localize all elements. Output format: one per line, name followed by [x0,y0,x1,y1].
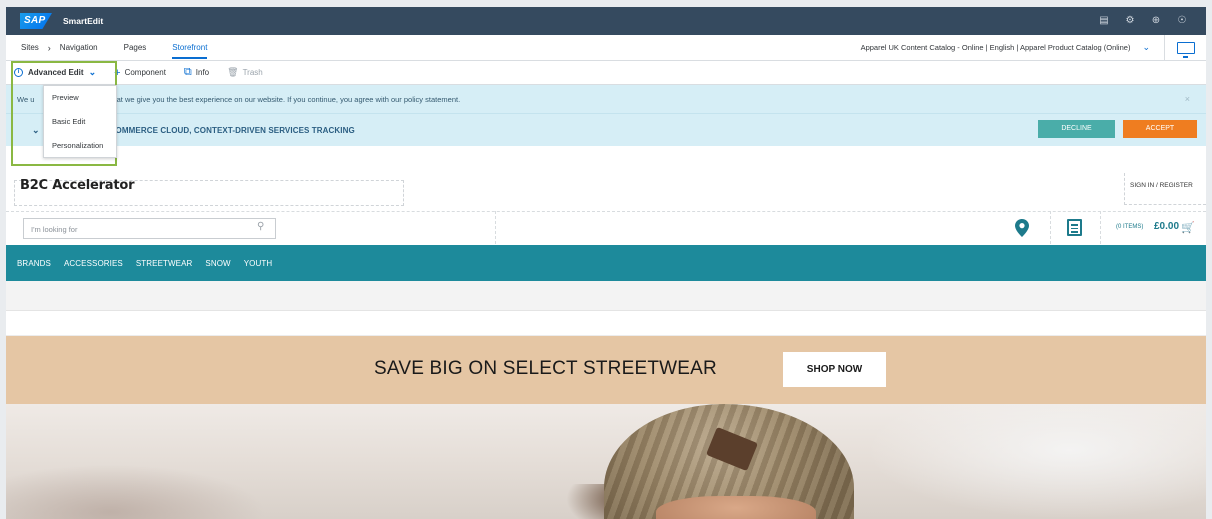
crumb-navigation[interactable]: Navigation [60,43,98,52]
promo-text: SAVE BIG ON SELECT STREETWEAR [374,358,717,379]
header-divider [6,211,1206,212]
search-input[interactable]: I'm looking for [23,218,276,239]
decline-button[interactable]: DECLINE [1038,120,1115,138]
cookie-message: that we give you the best experience on … [110,94,461,104]
site-logo[interactable]: B2C Accelerator [20,178,135,193]
accept-button[interactable]: ACCEPT [1123,120,1197,138]
category-snow[interactable]: SNOW [205,259,230,268]
divider [1050,211,1051,244]
app-name: SmartEdit [63,16,104,26]
hero-image[interactable] [6,404,1206,519]
storefront-frame: We u that we give you the best experienc… [6,85,1206,519]
location-pin-icon[interactable] [1015,219,1029,237]
close-icon[interactable]: × [1185,94,1190,104]
device-preview-button[interactable] [1164,34,1206,61]
mode-dropdown-menu: Preview Basic Edit Personalization [43,85,117,158]
content-slot-empty [6,281,1206,311]
category-navigation: BRANDS ACCESSORIES STREETWEAR SNOW YOUTH [6,245,1206,281]
tracking-consent-bar: ⌄ OMMERCE CLOUD, CONTEXT-DRIVEN SERVICES… [6,114,1206,146]
menu-item-preview[interactable]: Preview [44,86,116,110]
monitor-icon [1176,41,1195,58]
category-brands[interactable]: BRANDS [17,259,51,268]
shell-icons: ▤ ⚙ ⊕ ☉ [1098,15,1188,27]
category-youth[interactable]: YOUTH [244,259,273,268]
search-icon[interactable]: ⚲ [257,221,264,232]
menu-item-personalization[interactable]: Personalization [44,134,116,158]
sap-logo: SAP [20,13,52,29]
breadcrumb: Sites › Navigation Pages Storefront [21,36,208,59]
cookie-banner: We u that we give you the best experienc… [6,85,1206,114]
crumb-pages[interactable]: Pages [124,43,147,52]
plus-icon: + [114,66,121,79]
category-streetwear[interactable]: STREETWEAR [136,259,193,268]
content-slot-empty [6,311,1206,336]
trash-button[interactable]: 🗑 Trash [227,67,263,78]
chevron-down-icon: ⌄ [88,67,97,77]
chevron-down-icon: ⌄ [1142,42,1150,52]
divider [495,211,496,244]
edit-toolbar: i Advanced Edit ⌄ + Component ⧉ Info 🗑 T… [6,61,1206,85]
mode-label: Advanced Edit [28,68,84,77]
info-icon: i [14,68,23,77]
navigation-bar: Sites › Navigation Pages Storefront Appa… [6,34,1206,61]
crumb-storefront[interactable]: Storefront [172,43,208,59]
notes-icon[interactable]: ▤ [1098,15,1110,27]
settings-icon[interactable]: ⚙ [1124,15,1136,27]
divider [1100,211,1101,244]
user-icon[interactable]: ☉ [1176,15,1188,27]
page-info-icon: ⧉ [183,66,192,78]
menu-item-basic-edit[interactable]: Basic Edit [44,110,116,134]
globe-icon[interactable]: ⊕ [1150,15,1162,27]
shell-bar: SAP SmartEdit ▤ ⚙ ⊕ ☉ [6,7,1206,35]
signin-link[interactable]: SIGN IN / REGISTER [1130,182,1193,189]
catalog-selector[interactable]: Apparel UK Content Catalog - Online | En… [861,42,1150,53]
mode-selector[interactable]: i Advanced Edit ⌄ [14,67,96,78]
catalog-label: Apparel UK Content Catalog - Online | En… [860,43,1131,52]
order-list-icon[interactable] [1067,219,1082,236]
info-label: Info [195,68,210,77]
chevron-right-icon: › [47,42,51,53]
promo-banner[interactable]: SAVE BIG ON SELECT STREETWEAR SHOP NOW [6,336,1206,404]
cookie-message-start: We u [17,94,35,104]
trash-label: Trash [242,68,263,77]
crumb-sites[interactable]: Sites [21,43,39,52]
cart-icon[interactable]: 🛒 [1181,221,1195,234]
signin-slot [1124,173,1206,205]
cart-total[interactable]: £0.00 [1154,221,1179,232]
chevron-down-icon[interactable]: ⌄ [32,125,40,136]
component-label: Component [124,68,166,77]
cart-item-count[interactable]: (0 ITEMS) [1116,224,1143,230]
trash-icon: 🗑 [227,67,239,77]
shop-now-button[interactable]: SHOP NOW [783,352,886,387]
category-accessories[interactable]: ACCESSORIES [64,259,123,268]
component-button[interactable]: + Component [114,67,166,79]
tracking-title: OMMERCE CLOUD, CONTEXT-DRIVEN SERVICES T… [115,125,355,135]
info-button[interactable]: ⧉ Info [184,66,209,79]
